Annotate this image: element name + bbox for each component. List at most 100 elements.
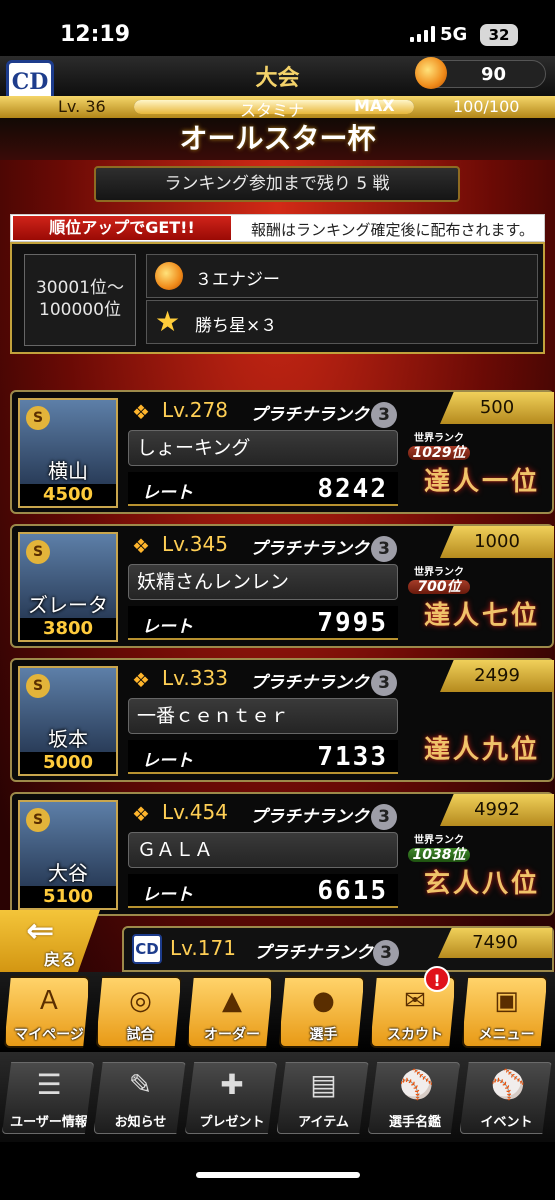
order-icon: ▲ (222, 986, 242, 1016)
rank-class: プラチナランク 3 (250, 400, 397, 428)
nav-stadium-button[interactable]: ◎ 試合 (95, 976, 182, 1048)
rank-class-label: プラチナランク (250, 539, 369, 559)
nav-label: マイページ (14, 1027, 84, 1043)
s-rank-icon: S (26, 406, 50, 430)
nav-menu-button[interactable]: ▣ メニュー (461, 976, 548, 1048)
nav-notice-button[interactable]: ✎ お知らせ (93, 1062, 186, 1134)
back-label: 戻る (44, 950, 77, 969)
player-icon: ● (312, 986, 335, 1016)
rank-emblem-icon: ❖ (132, 668, 150, 692)
player-name: 横山 (48, 459, 88, 483)
item-icon: ▤ (310, 1068, 337, 1101)
row-points: 4992 (440, 794, 554, 826)
menu-icon: ▣ (494, 986, 519, 1016)
rank-class-label: プラチナランク (250, 807, 369, 827)
world-rank: 世界ランク 1038位 (408, 834, 470, 862)
rank-emblem-icon: ❖ (132, 802, 150, 826)
nav-label: メニュー (478, 1027, 535, 1043)
world-rank: 世界ランク 700位 (408, 566, 470, 594)
cup-title: オールスター杯 (0, 118, 555, 160)
row-level: Lv.454 (162, 800, 228, 824)
rank-title: 達人九位 (423, 735, 540, 765)
nav-label: スカウト (387, 1027, 443, 1043)
present-icon: ✚ (220, 1068, 244, 1101)
rate-value: 7133 (317, 742, 388, 772)
user-name: ＧＡＬＡ (128, 832, 398, 868)
rank-range-to: 100000位 (39, 300, 121, 320)
ranking-row[interactable]: S 坂本 5000 ❖ Lv.333 プラチナランク 3 一番ｃｅｎｔｅｒ レート… (10, 658, 554, 782)
event-icon: ⚾ (490, 1068, 526, 1101)
nav-label: 選手名鑑 (388, 1115, 441, 1130)
player-value: 5000 (20, 752, 116, 774)
nav-label: イベント (480, 1115, 533, 1130)
rate-label: レート (142, 483, 193, 503)
rate-label: レート (142, 885, 193, 905)
reward-item-label: ３エナジー (195, 270, 280, 290)
energy-counter: 90 (415, 57, 546, 89)
remaining-games: ランキング参加まで残り 5 戦 (94, 166, 460, 202)
rank-class: プラチナランク 3 (250, 802, 397, 830)
nav-mypage-button[interactable]: Ａ マイページ (4, 976, 90, 1048)
nav-player-button[interactable]: ● 選手 (278, 976, 365, 1048)
s-rank-icon: S (26, 674, 50, 698)
rank-title: 玄人八位 (423, 869, 540, 899)
reward-item-label: 勝ち星×３ (195, 316, 278, 336)
rate-box: レート 6615 (128, 874, 398, 908)
player-value: 3800 (20, 618, 116, 640)
stamina-max: MAX (354, 96, 395, 115)
reward-item: ３エナジー (146, 254, 538, 298)
user-name: しょーキング (128, 430, 398, 466)
team-logo: CD (132, 934, 162, 964)
nav-event-button[interactable]: ⚾ イベント (459, 1062, 552, 1134)
mypage-icon: Ａ (35, 986, 62, 1016)
battery-icon: 32 (480, 24, 518, 46)
rank-class-label: プラチナランク (250, 405, 369, 425)
row-points: 500 (440, 392, 554, 424)
user-name: 妖精さんレンレン (128, 564, 398, 600)
ranking-row[interactable]: S 大谷 5100 ❖ Lv.454 プラチナランク 3 ＧＡＬＡ レート 661… (10, 792, 554, 916)
rate-box: レート 7995 (128, 606, 398, 640)
nav-present-button[interactable]: ✚ プレゼント (185, 1062, 277, 1134)
rank-class-label: プラチナランク (250, 673, 369, 693)
world-rank-label: 世界ランク (414, 835, 464, 846)
notice-icon: ✎ (128, 1068, 153, 1101)
rank-class-number: 3 (371, 670, 397, 696)
rank-emblem-icon: ❖ (132, 534, 150, 558)
nav-order-button[interactable]: ▲ オーダー (187, 976, 273, 1048)
ranking-row[interactable]: S ズレータ 3800 ❖ Lv.345 プラチナランク 3 妖精さんレンレン レ… (10, 524, 554, 648)
rank-title: 達人七位 (423, 601, 540, 631)
rate-box: レート 8242 (128, 472, 398, 506)
row-points: 1000 (440, 526, 554, 558)
level-bar: Lv. 36 スタミナ MAX 100/100 (0, 96, 555, 120)
rank-emblem-icon: ❖ (132, 400, 150, 424)
row-level: Lv.278 (162, 398, 228, 422)
world-rank-label: 世界ランク (414, 433, 464, 444)
rank-class: プラチナランク 3 (250, 534, 397, 562)
row-level: Lv.171 (170, 936, 236, 960)
scout-icon: ✉ (404, 986, 426, 1016)
row-level: Lv.333 (162, 666, 228, 690)
s-rank-icon: S (26, 540, 50, 564)
player-card: S ズレータ 3800 (18, 532, 118, 642)
ranking-row[interactable]: S 横山 4500 ❖ Lv.278 プラチナランク 3 しょーキング レート 8… (10, 390, 554, 514)
reward-note: 報酬はランキング確定後に配布されます。 (251, 221, 535, 239)
user-info-icon: ☰ (36, 1068, 62, 1101)
stadium-icon: ◎ (129, 986, 152, 1016)
player-card: S 大谷 5100 (18, 800, 118, 910)
reward-item: ★ 勝ち星×３ (146, 300, 538, 344)
rank-title: 達人一位 (423, 467, 540, 497)
nav-item-button[interactable]: ▤ アイテム (276, 1062, 369, 1134)
home-indicator (0, 1142, 555, 1200)
row-level: Lv.345 (162, 532, 228, 556)
rate-box: レート 7133 (128, 740, 398, 774)
nav-player-book-button[interactable]: ⚾ 選手名鑑 (368, 1062, 460, 1134)
rate-value: 7995 (317, 608, 388, 638)
energy-value: 90 (481, 64, 507, 85)
row-points: 7490 (438, 928, 552, 958)
world-rank: 世界ランク 1029位 (408, 432, 470, 460)
ranking-row-partial[interactable]: CD Lv.171 プラチナランク 3 7490 (122, 926, 554, 972)
nav-label: お知らせ (114, 1115, 167, 1130)
rank-class-label: プラチナランク (254, 943, 373, 963)
energy-icon (155, 262, 183, 290)
nav-user-info-button[interactable]: ☰ ユーザー情報 (2, 1062, 94, 1134)
